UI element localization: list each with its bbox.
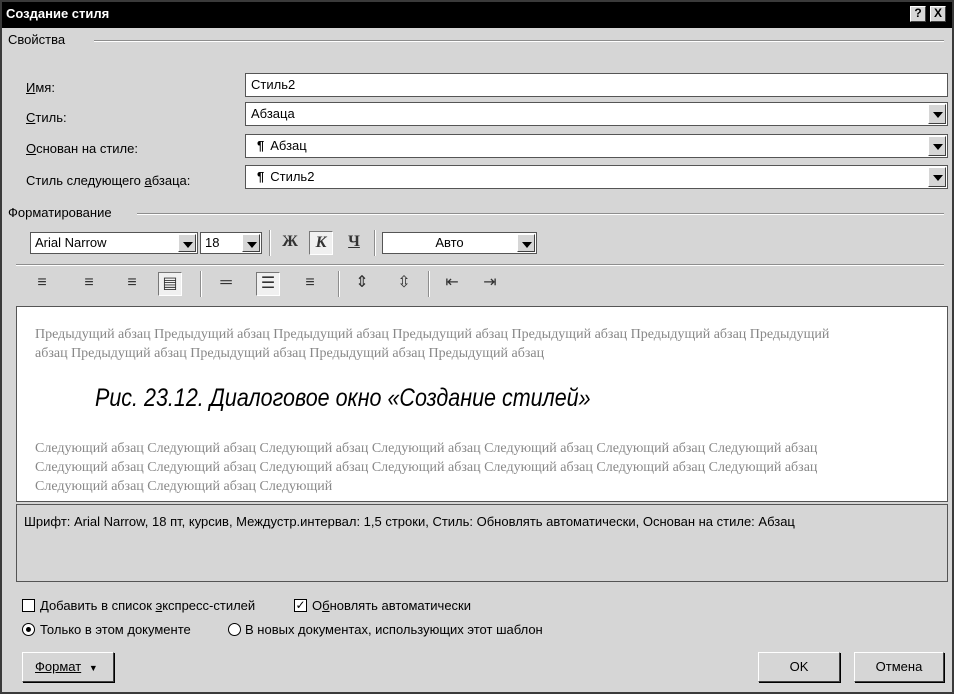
toolbar-separator xyxy=(269,230,271,256)
only-this-doc-label[interactable]: Только в этом документе xyxy=(40,622,191,637)
dialog-title: Создание стиля xyxy=(6,6,110,21)
align-right-icon[interactable]: ≡ xyxy=(120,272,144,296)
toolbar-separator xyxy=(374,230,376,256)
bold-button[interactable]: Ж xyxy=(278,231,302,255)
chevron-down-icon[interactable] xyxy=(928,136,946,156)
based-on-label: Основан на стиле: xyxy=(26,141,138,156)
toolbar-separator xyxy=(338,271,340,297)
chevron-down-icon[interactable] xyxy=(517,234,535,252)
space-after-icon[interactable]: ⇳ xyxy=(392,272,416,296)
based-on-select[interactable]: ¶ Абзац xyxy=(245,134,948,158)
chevron-down-icon[interactable] xyxy=(928,167,946,187)
font-value: Arial Narrow xyxy=(35,235,107,250)
properties-section-label: Свойства xyxy=(8,32,66,47)
one-and-half-spacing-icon[interactable]: ☰ xyxy=(256,272,280,296)
decrease-indent-icon[interactable]: ⇤ xyxy=(440,272,464,296)
auto-update-label[interactable]: Обновлять автоматически xyxy=(312,598,471,613)
formatting-section-label: Форматирование xyxy=(8,205,112,220)
font-select[interactable]: Arial Narrow xyxy=(30,232,198,254)
chevron-down-icon[interactable] xyxy=(242,234,260,252)
auto-update-checkbox[interactable]: ✓ xyxy=(294,599,307,612)
add-quick-styles-label[interactable]: Добавить в список экспресс-стилей xyxy=(40,598,255,613)
following-paragraph-text: Следующий абзац Следующий абзац Следующи… xyxy=(35,441,818,494)
chevron-down-icon[interactable] xyxy=(178,234,196,252)
close-button[interactable]: X xyxy=(930,6,946,22)
increase-indent-icon[interactable]: ⇥ xyxy=(478,272,502,296)
size-value: 18 xyxy=(205,235,220,250)
add-quick-styles-checkbox[interactable] xyxy=(22,599,35,612)
single-spacing-icon[interactable]: ═ xyxy=(214,272,238,296)
next-style-label: Стиль следующего абзаца: xyxy=(26,173,191,188)
formatting-divider xyxy=(137,213,944,215)
previous-paragraph-text: Предыдущий абзац Предыдущий абзац Предыд… xyxy=(35,327,830,361)
format-button[interactable]: Формат ▼ xyxy=(22,652,114,682)
toolbar-divider xyxy=(16,264,944,266)
paragraph-mark-icon: ¶ xyxy=(257,169,265,184)
size-select[interactable]: 18 xyxy=(200,232,262,254)
style-preview: Предыдущий абзац Предыдущий абзац Предыд… xyxy=(16,306,948,502)
italic-button[interactable]: К xyxy=(309,231,333,255)
style-type-select[interactable]: Абзаца xyxy=(245,102,948,126)
new-docs-label[interactable]: В новых документах, использующих этот ша… xyxy=(245,622,543,637)
next-style-value: Стиль2 xyxy=(270,169,315,184)
double-spacing-icon[interactable]: ≡ xyxy=(298,272,322,296)
name-label: Имя: xyxy=(26,80,55,95)
chevron-down-icon[interactable] xyxy=(928,104,946,124)
style-type-label: Стиль: xyxy=(26,110,67,125)
toolbar-separator xyxy=(200,271,202,297)
help-button[interactable]: ? xyxy=(910,6,926,22)
style-description: Шрифт: Arial Narrow, 18 пт, курсив, Межд… xyxy=(16,504,948,582)
ok-button[interactable]: OK xyxy=(758,652,840,682)
only-this-doc-radio[interactable] xyxy=(22,623,35,636)
format-button-label: Формат xyxy=(35,659,82,674)
new-docs-radio[interactable] xyxy=(228,623,241,636)
toolbar-separator xyxy=(428,271,430,297)
create-style-dialog: Создание стиля ? X Свойства Имя: Стиль2 … xyxy=(0,0,954,694)
align-justify-icon[interactable]: ▤ xyxy=(158,272,182,296)
color-select[interactable]: Авто xyxy=(382,232,537,254)
underline-button[interactable]: Ч xyxy=(342,231,366,255)
cancel-button[interactable]: Отмена xyxy=(854,652,944,682)
based-on-value: Абзац xyxy=(270,138,307,153)
chevron-down-icon: ▼ xyxy=(88,663,98,673)
title-bar[interactable]: Создание стиля ? X xyxy=(2,2,952,28)
next-style-select[interactable]: ¶ Стиль2 xyxy=(245,165,948,189)
sample-text: Рис. 23.12. Диалоговое окно «Создание ст… xyxy=(95,384,591,412)
name-input[interactable]: Стиль2 xyxy=(245,73,948,97)
properties-divider xyxy=(94,40,944,42)
style-type-value: Абзаца xyxy=(251,106,295,121)
space-before-icon[interactable]: ⇕ xyxy=(350,272,374,296)
align-center-icon[interactable]: ≡ xyxy=(77,272,101,296)
align-left-icon[interactable]: ≡ xyxy=(30,272,54,296)
paragraph-mark-icon: ¶ xyxy=(257,138,265,153)
color-value: Авто xyxy=(435,235,464,250)
